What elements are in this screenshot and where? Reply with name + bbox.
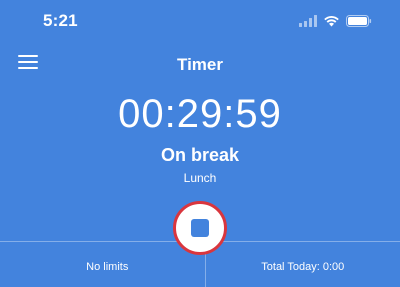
timer-category: Lunch	[183, 171, 217, 185]
timer-status: On break	[160, 145, 240, 165]
status-bar-icons	[299, 14, 372, 28]
limits-label: No limits	[0, 242, 206, 287]
page-title: Timer	[177, 55, 223, 74]
cellular-signal-icon	[299, 15, 317, 27]
stop-button[interactable]	[173, 201, 227, 255]
wifi-icon	[323, 15, 340, 27]
timer-display: 00:29:59	[118, 92, 282, 136]
timer-screen: 5:21 Timer 00:29:59 On break Lunch No li…	[0, 0, 400, 287]
stop-icon	[191, 219, 209, 237]
battery-icon	[346, 15, 372, 27]
status-bar-time: 5:21	[43, 11, 78, 30]
total-today-label: Total Today: 0:00	[261, 261, 345, 273]
